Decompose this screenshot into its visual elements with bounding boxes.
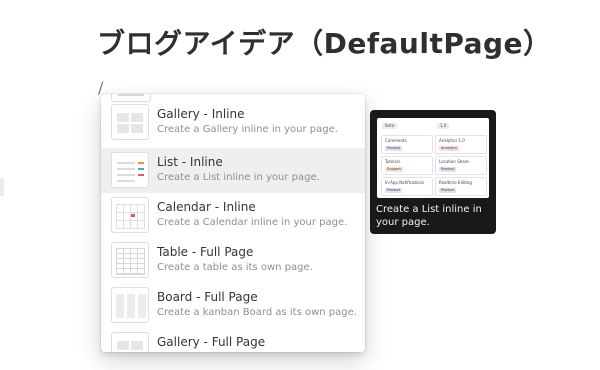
list-preview-image: Beta 1.0 Comments Product Analytics 1.0 … xyxy=(377,118,489,198)
menu-item-description: Create a table as its own page. xyxy=(157,262,313,273)
menu-item-label: Board - Full Page xyxy=(157,290,258,304)
preview-card-tag: Analytics xyxy=(439,146,459,151)
board-icon xyxy=(111,287,149,323)
menu-item-table-full-page[interactable]: Table - Full Page Create a table as its … xyxy=(101,238,365,283)
menu-item-gallery-inline[interactable]: Gallery - Inline Create a Gallery inline… xyxy=(101,100,365,145)
menu-item-label: List - Inline xyxy=(157,155,223,169)
preview-card-tag: Product xyxy=(439,188,457,193)
preview-card: Analytics 1.0 Analytics xyxy=(435,135,487,154)
preview-card-tag: Support xyxy=(385,167,403,172)
gallery-icon xyxy=(111,332,149,352)
menu-item-calendar-inline[interactable]: Calendar - Inline Create a Calendar inli… xyxy=(101,193,365,238)
block-preview-tooltip: Beta 1.0 Comments Product Analytics 1.0 … xyxy=(370,110,496,234)
preview-card: Tutorial Support xyxy=(381,156,433,175)
menu-item-board-full-page[interactable]: Board - Full Page Create a kanban Board … xyxy=(101,283,365,328)
preview-card-title: In-App Notifications xyxy=(385,180,425,185)
calendar-icon xyxy=(111,197,149,233)
menu-item-description: Create a List inline in your page. xyxy=(157,172,320,183)
preview-card-title: Realtime Editing xyxy=(439,180,472,185)
table-icon xyxy=(111,242,149,278)
preview-card: Comments Product xyxy=(381,135,433,154)
preview-chip: Beta xyxy=(382,123,398,129)
menu-item-description: Create a Gallery inline in your page. xyxy=(157,124,338,135)
preview-card-tag: Product xyxy=(385,146,403,151)
preview-card-tag: Product xyxy=(439,167,457,172)
menu-item-label: Gallery - Inline xyxy=(157,107,245,121)
menu-item-label: Calendar - Inline xyxy=(157,200,256,214)
gallery-icon xyxy=(111,104,149,140)
block-type-menu: Gallery - Inline Create a Gallery inline… xyxy=(101,94,365,352)
preview-caption: Create a List inline in your page. xyxy=(376,204,482,228)
menu-item-list-inline[interactable]: List - Inline Create a List inline in yo… xyxy=(101,148,365,193)
preview-card-title: Analytics 1.0 xyxy=(439,138,465,143)
menu-item-gallery-full-page[interactable]: Gallery - Full Page xyxy=(101,328,365,352)
menu-item-description: Create a Calendar inline in your page. xyxy=(157,217,348,228)
menu-item-description: Create a kanban Board as its own page. xyxy=(157,307,357,318)
preview-card-tag: Product xyxy=(385,188,403,193)
list-icon xyxy=(111,152,149,188)
menu-item-label: Table - Full Page xyxy=(157,245,254,259)
menu-item-label: Gallery - Full Page xyxy=(157,335,266,349)
page-title: ブログアイデア（DefaultPage） xyxy=(97,27,552,60)
page-edge-marker xyxy=(0,178,4,196)
preview-card: Realtime Editing Product xyxy=(435,177,487,196)
preview-card: Location Share Product xyxy=(435,156,487,175)
preview-card: In-App Notifications Product xyxy=(381,177,433,196)
preview-card-title: Location Share xyxy=(439,159,469,164)
preview-chip: 1.0 xyxy=(437,123,450,129)
preview-card-title: Comments xyxy=(385,138,407,143)
preview-card-title: Tutorial xyxy=(385,159,400,164)
